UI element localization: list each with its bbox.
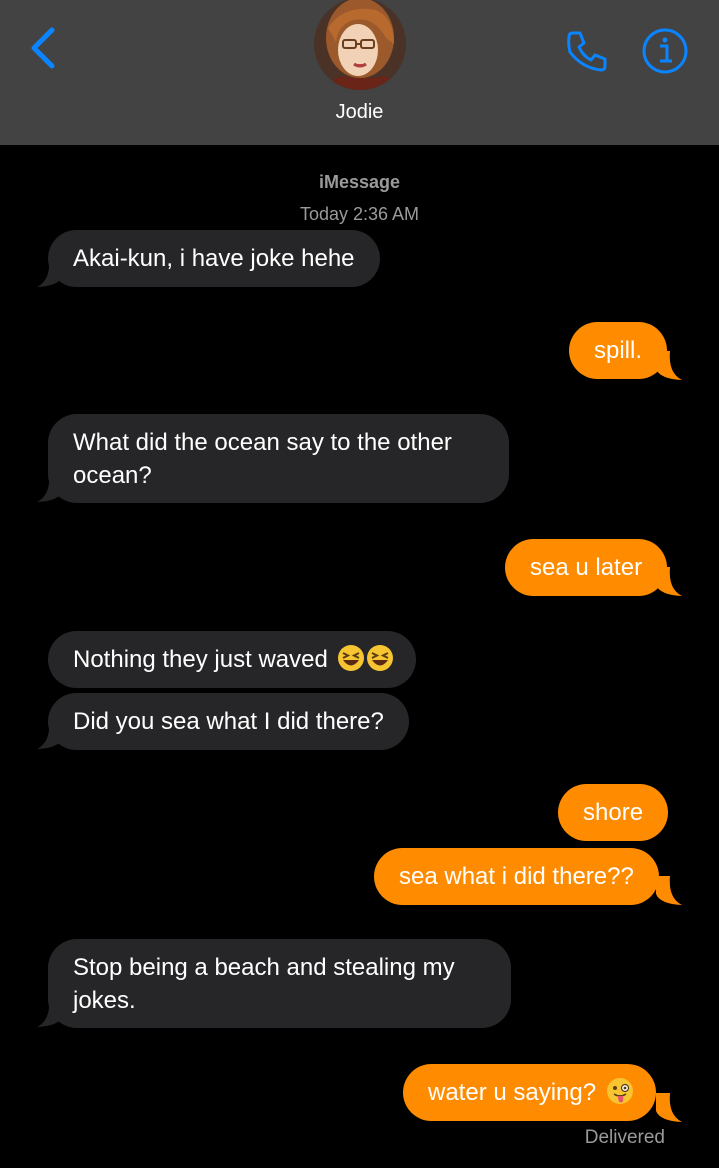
avatar-portrait [314, 0, 406, 90]
message-text: Akai-kun, i have joke hehe [73, 245, 355, 272]
message-bubble-outgoing[interactable]: water u saying? [403, 1064, 656, 1121]
outgoing-bubble-tail [656, 1093, 682, 1122]
message-bubble-outgoing[interactable]: shore [558, 784, 669, 841]
winking-tongue-emoji [606, 1078, 633, 1104]
laughing-squint-emoji [338, 645, 365, 671]
contact-avatar[interactable] [314, 0, 406, 90]
message-text: shore [583, 799, 644, 826]
contact-name[interactable]: Jodie [0, 101, 719, 124]
info-icon [642, 28, 688, 74]
message-text: Nothing they just waved [73, 646, 328, 673]
message-bubble-incoming[interactable]: Stop being a beach and stealing my jokes… [48, 939, 511, 1028]
message-text: sea u later [530, 554, 643, 581]
laughing-squint-emoji [367, 645, 394, 671]
message-text: water u saying? [428, 1079, 597, 1106]
message-bubble-incoming[interactable]: Nothing they just waved [48, 631, 417, 688]
message-text: Did you sea what I did there? [73, 708, 384, 735]
message-text: What did the ocean say to the other [73, 429, 452, 456]
service-label: iMessage [318, 172, 401, 192]
message-text: spill. [594, 337, 643, 364]
delivery-status: Delivered [584, 1127, 665, 1148]
message-bubble-incoming[interactable]: Akai-kun, i have joke hehe [48, 230, 380, 287]
message-text-line-2: jokes. [73, 987, 136, 1014]
message-bubble-incoming[interactable]: What did the ocean say to the other ocea… [48, 414, 509, 503]
message-bubble-incoming[interactable]: Did you sea what I did there? [48, 693, 409, 750]
message-text: sea what i did there?? [399, 863, 634, 890]
message-bubble-outgoing[interactable]: spill. [569, 322, 668, 379]
chevron-left-icon [31, 27, 55, 69]
conversation-header: Jodie [0, 0, 719, 145]
phone-icon [567, 31, 607, 72]
message-text-line-2: ocean? [73, 462, 152, 489]
back-button[interactable] [26, 26, 62, 70]
message-timestamp: Today 2:36 AM [299, 204, 420, 224]
message-bubble-outgoing[interactable]: sea what i did there?? [374, 848, 659, 905]
message-text: Stop being a beach and stealing my [73, 954, 455, 981]
call-button[interactable] [564, 28, 610, 74]
message-bubble-outgoing[interactable]: sea u later [505, 539, 668, 596]
info-button[interactable] [641, 27, 689, 75]
